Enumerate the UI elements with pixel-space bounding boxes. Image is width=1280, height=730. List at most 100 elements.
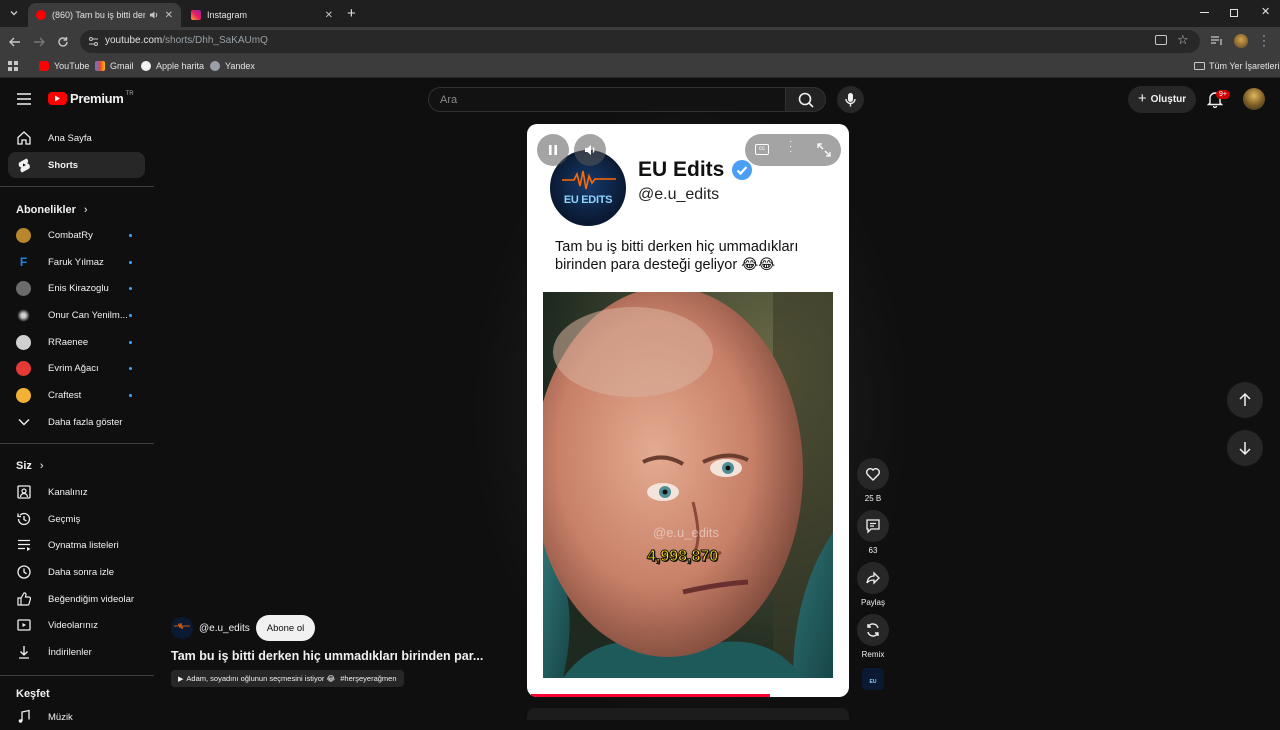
tab-close-icon[interactable]: ✕ (325, 10, 333, 21)
like-count: 25 B (864, 494, 882, 503)
address-toolbar: youtube.com/shorts/Dhh_SaKAUmQ ☆ · · · (0, 27, 1280, 56)
short-caption: Tam bu iş bitti derken hiç ummadıkları b… (555, 239, 799, 273)
account-avatar[interactable] (1243, 88, 1265, 110)
music-note-icon (16, 709, 32, 725)
sidebar-divider (0, 443, 154, 444)
bookmark-youtube[interactable]: YouTube (39, 61, 89, 71)
hamburger-menu-icon[interactable] (16, 92, 32, 106)
tab-close-icon[interactable]: ✕ (165, 10, 173, 21)
captions-icon[interactable]: cc (755, 144, 769, 155)
sidebar-sub-craftest[interactable]: Craftest (8, 382, 145, 408)
watch-later-icon (16, 564, 32, 580)
back-icon[interactable] (6, 33, 24, 51)
sound-logo-text: EU EDITS (869, 679, 877, 685)
close-window-icon[interactable]: ✕ (1261, 5, 1270, 18)
sound-channel-avatar[interactable]: EU EDITS (862, 668, 884, 690)
sidebar-item-your-channel[interactable]: Kanalınız (8, 479, 145, 505)
restore-icon[interactable] (1230, 9, 1238, 17)
show-more-button[interactable]: Daha fazla göster (8, 409, 145, 435)
apps-grid-icon[interactable] (8, 61, 19, 72)
sidebar-item-liked-videos[interactable]: Beğendiğim videolar (8, 586, 145, 612)
reload-icon[interactable] (54, 33, 72, 51)
sidebar-sub-evrim[interactable]: Evrim Ağacı (8, 355, 145, 381)
sidebar-sub-faruk[interactable]: F Faruk Yılmaz (8, 249, 145, 275)
fullscreen-icon[interactable] (817, 143, 831, 157)
you-heading[interactable]: Siz › (16, 460, 44, 472)
globe-icon (210, 61, 220, 71)
related-video-pill[interactable]: ▶ Adam, soyadını oğlunun seçmesini istiy… (171, 670, 404, 687)
shorts-icon (16, 157, 32, 173)
sidebar-sub-onur[interactable]: Onur Can Yenilm... (8, 302, 145, 328)
home-icon (16, 130, 32, 146)
remix-button[interactable] (857, 614, 889, 646)
sidebar-item-playlists[interactable]: Oynatma listeleri (8, 532, 145, 558)
sidebar-item-history[interactable]: Geçmiş (8, 506, 145, 532)
sidebar-sub-rraenee[interactable]: RRaenee (8, 329, 145, 355)
sidebar-item-your-videos[interactable]: Videolarınız (8, 612, 145, 638)
avatar (16, 334, 31, 350)
volume-icon (585, 145, 595, 155)
sidebar-item-shorts[interactable]: Shorts (8, 152, 145, 178)
next-short-button[interactable] (1227, 430, 1263, 466)
url-bar[interactable]: youtube.com/shorts/Dhh_SaKAUmQ ☆ (80, 30, 1200, 53)
more-options-icon[interactable]: · · · (789, 137, 792, 157)
share-arrow-icon (866, 571, 880, 585)
tab-search-icon[interactable] (8, 7, 20, 19)
new-content-dot (129, 340, 132, 344)
bookmark-apple-maps[interactable]: Apple harita (141, 61, 204, 71)
create-button[interactable]: + Oluştur (1128, 86, 1196, 113)
sidebar-sub-combatry[interactable]: CombatRy (8, 222, 145, 248)
new-content-dot (129, 393, 132, 397)
premium-wordmark: Premium (70, 91, 124, 106)
apple-icon (141, 61, 151, 71)
youtube-icon (39, 61, 49, 71)
bookmarks-bar: YouTube Gmail Apple harita Yandex Tüm Ye… (0, 56, 1280, 78)
pause-button[interactable] (537, 134, 569, 166)
share-button[interactable] (857, 562, 889, 594)
sidebar-item-music[interactable]: Müzik (8, 704, 145, 730)
url-path: /shorts/Dhh_SaKAUmQ (162, 35, 268, 46)
bookmark-star-icon[interactable]: ☆ (1177, 32, 1189, 48)
sidebar-divider (0, 186, 154, 187)
sidebar-item-downloads[interactable]: İndirilenler (8, 639, 145, 665)
short-channel-row: @e.u_edits Abone ol (171, 614, 316, 642)
tab-youtube[interactable]: (860) Tam bu iş bitti derken ✕ (28, 3, 181, 27)
thumbs-up-icon (16, 591, 32, 607)
bookmark-gmail[interactable]: Gmail (95, 61, 134, 71)
media-controls-icon[interactable] (1211, 36, 1223, 47)
previous-short-button[interactable] (1227, 382, 1263, 418)
video-progress-bar[interactable] (531, 694, 770, 697)
hashtag-link[interactable]: #herşeyerağmen (340, 674, 396, 683)
new-tab-button[interactable]: + (347, 5, 356, 22)
remix-icon (867, 623, 879, 637)
channel-handle-link[interactable]: @e.u_edits (199, 623, 250, 634)
profile-avatar-icon[interactable] (1234, 34, 1248, 48)
subscribe-button[interactable]: Abone ol (255, 615, 316, 641)
youtube-favicon-icon (36, 10, 46, 20)
youtube-premium-logo[interactable]: Premium TR (48, 91, 134, 106)
like-button[interactable] (857, 458, 889, 490)
tab-instagram[interactable]: Instagram ✕ (183, 3, 341, 27)
sidebar-item-home[interactable]: Ana Sayfa (8, 125, 145, 151)
audio-playing-icon[interactable] (149, 10, 159, 20)
sidebar-sub-enis[interactable]: Enis Kirazoglu (8, 275, 145, 301)
short-video-player[interactable]: EU EDITS EU Edits @e.u_edits Tam bu iş b… (527, 124, 849, 697)
volume-button[interactable] (574, 134, 606, 166)
next-short-peek (527, 708, 849, 720)
video-frame: @e.u_edits 4,998,870 (543, 292, 833, 678)
new-content-dot (129, 286, 132, 290)
sidebar-item-watch-later[interactable]: Daha sonra izle (8, 559, 145, 585)
overlay-counter: 4,998,870 (646, 548, 719, 566)
site-info-icon[interactable] (88, 36, 99, 47)
subscriptions-heading[interactable]: Abonelikler › (16, 204, 88, 216)
avatar: F (19, 254, 28, 269)
install-app-icon[interactable] (1155, 35, 1167, 45)
browser-menu-icon[interactable]: · · · (1262, 29, 1266, 51)
minimize-icon[interactable] (1200, 12, 1209, 13)
all-bookmarks[interactable]: Tüm Yer İşaretleri (1194, 61, 1280, 71)
comment-button[interactable] (857, 510, 889, 542)
bookmark-yandex[interactable]: Yandex (210, 61, 255, 71)
remix-label: Remix (861, 650, 885, 659)
channel-avatar[interactable] (171, 617, 193, 639)
forward-icon[interactable] (30, 33, 48, 51)
